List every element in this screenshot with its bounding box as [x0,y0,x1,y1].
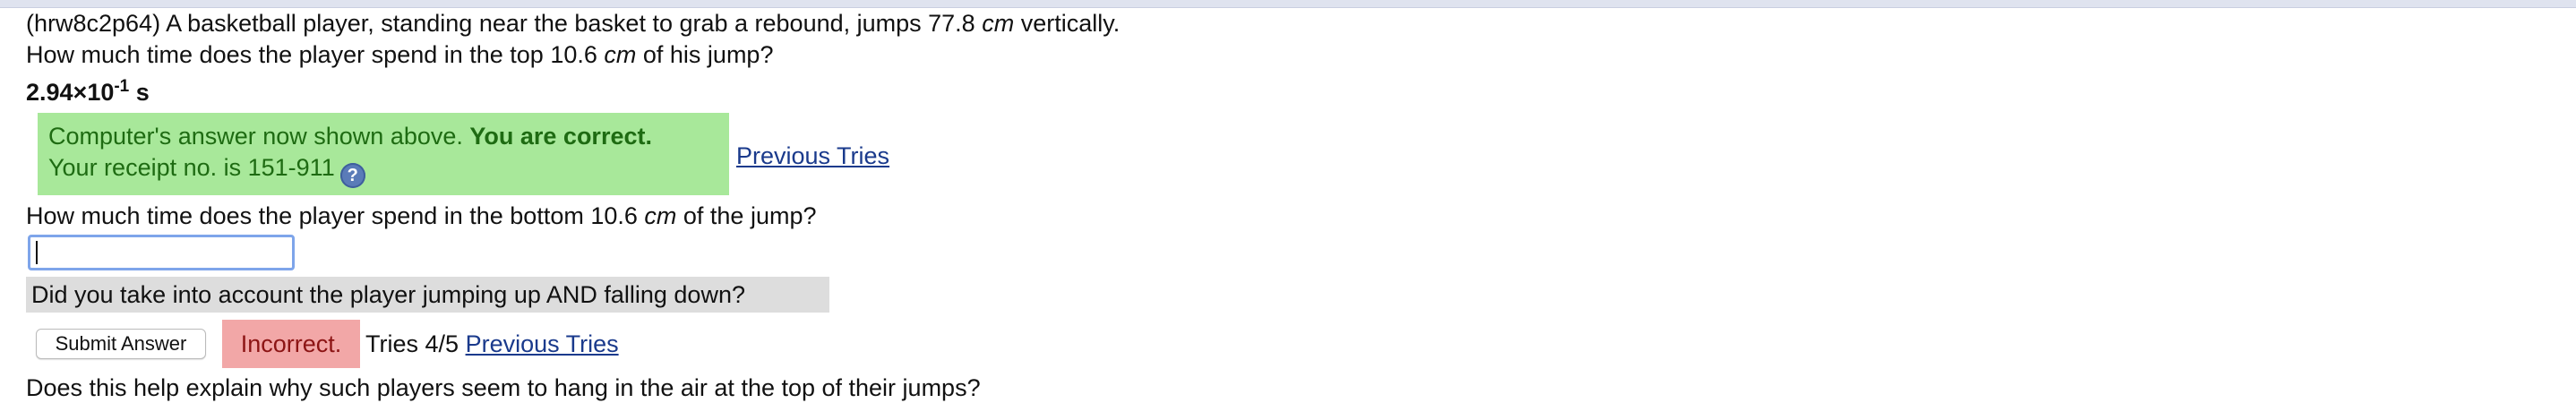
receipt-line: Your receipt no. is 151-911? [48,152,718,188]
question-1-text-end: of his jump? [636,41,774,68]
problem-text-end: vertically. [1014,10,1121,37]
question-2-text: How much time does the player spend in t… [26,202,645,229]
correct-feedback-box: Computer's answer now shown above. You a… [38,113,729,195]
correct-status-bold: You are correct. [469,123,652,150]
answer-mantissa: 2.94×10 [26,79,115,106]
hint-box: Did you take into account the player jum… [26,277,829,313]
answer-unit: s [129,79,150,106]
question-1: How much time does the player spend in t… [26,39,773,70]
answer-input[interactable] [28,235,295,270]
tries-line: Tries 4/5 Previous Tries [365,329,619,359]
correct-status: Computer's answer now shown above. You a… [48,121,718,152]
followup-question: Does this help explain why such players … [26,374,981,401]
computer-answer: 2.94×10-1 s [26,77,150,107]
help-icon[interactable]: ? [339,163,365,188]
previous-tries-link-2[interactable]: Previous Tries [466,330,619,357]
question-2: How much time does the player spend in t… [26,201,816,231]
submit-answer-button[interactable]: Submit Answer [36,329,206,359]
unit-cm: cm [644,202,677,229]
receipt-text: Your receipt no. is 151-911 [48,154,335,181]
question-1-text: How much time does the player spend in t… [26,41,605,68]
problem-id: (hrw8c2p64) [26,10,161,37]
tries-count: Tries 4/5 [365,330,459,357]
correct-status-text: Computer's answer now shown above. [48,123,470,150]
incorrect-badge: Incorrect. [222,320,360,368]
problem-statement: (hrw8c2p64) A basketball player, standin… [26,8,1120,39]
unit-cm: cm [982,10,1015,37]
unit-cm: cm [604,41,637,68]
question-2-text-end: of the jump? [676,202,817,229]
problem-text: A basketball player, standing near the b… [160,10,983,37]
text-caret [36,241,38,264]
previous-tries-link-1[interactable]: Previous Tries [736,141,889,171]
top-border [0,0,2576,8]
answer-exponent: -1 [114,77,130,96]
